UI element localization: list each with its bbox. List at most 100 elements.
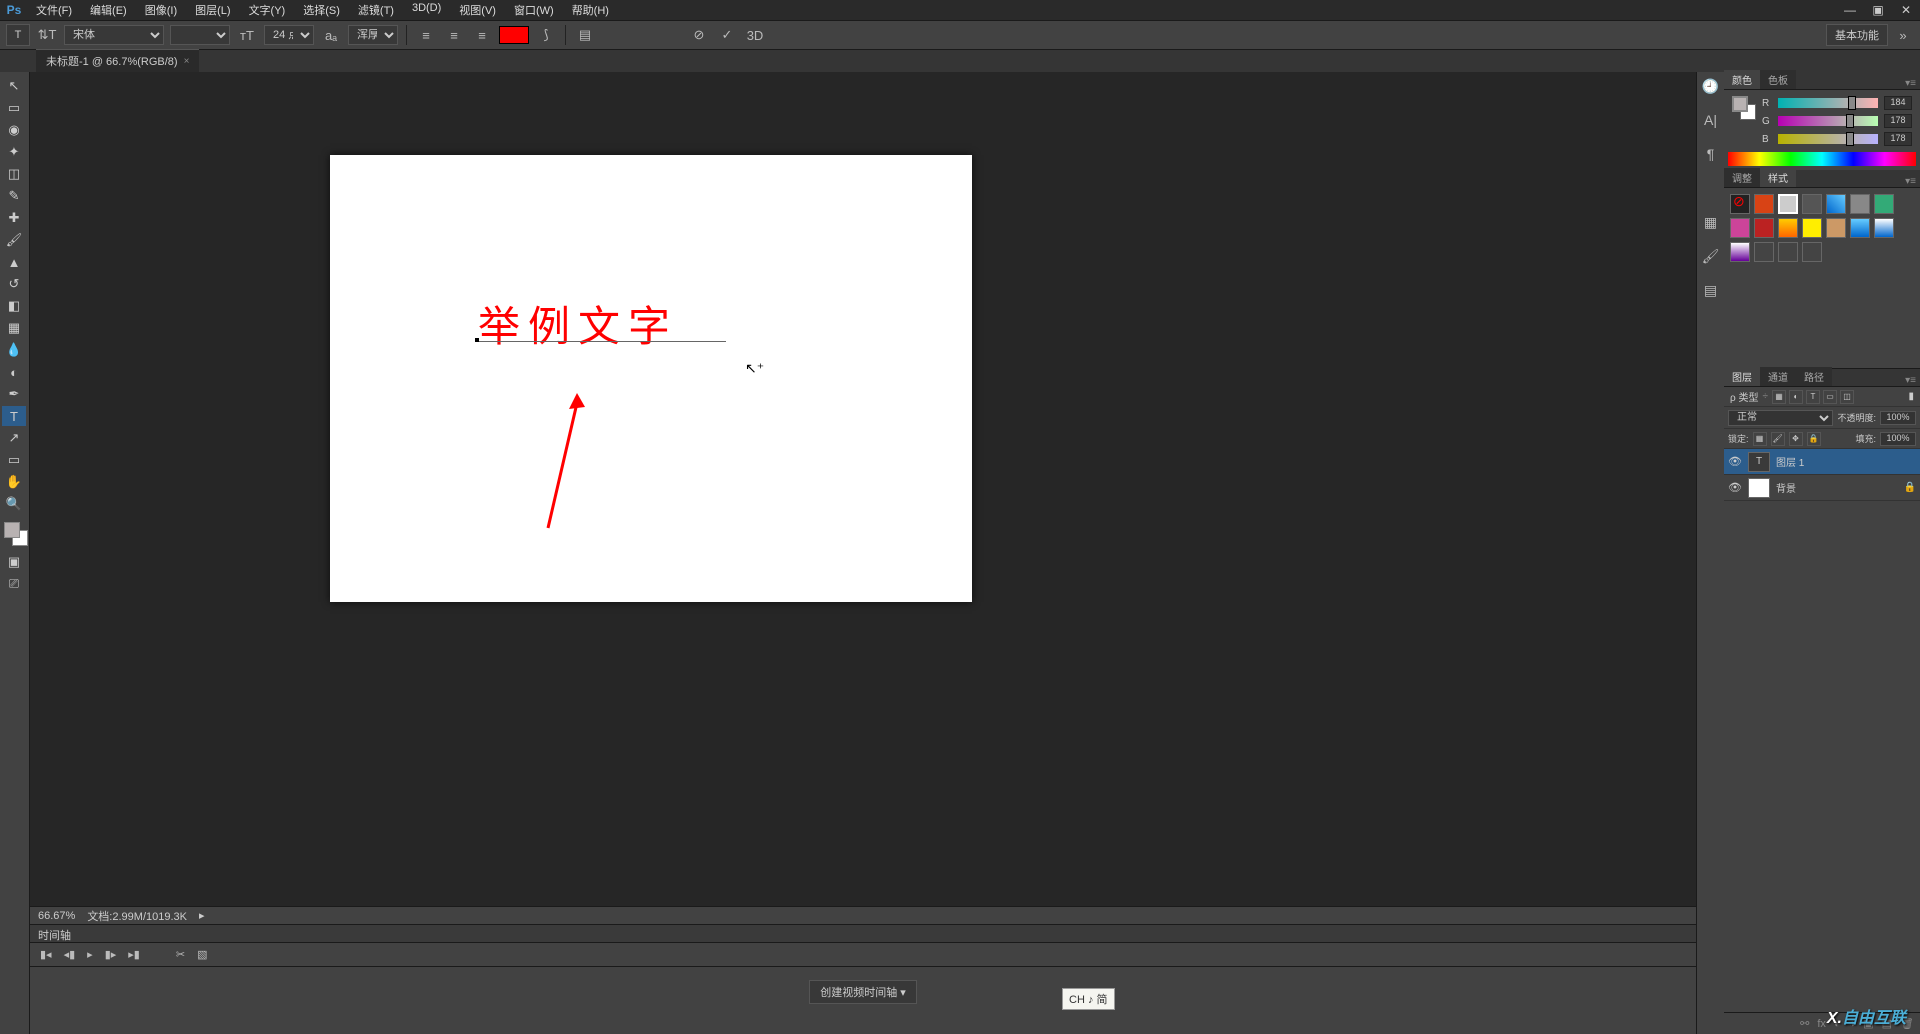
- magic-wand-tool[interactable]: ✦: [2, 142, 26, 162]
- commit-edit-button[interactable]: ✓: [716, 24, 738, 46]
- color-spectrum[interactable]: [1728, 152, 1916, 166]
- filter-toggle-icon[interactable]: ▮: [1908, 391, 1914, 402]
- layer-row[interactable]: 👁 T 图层 1: [1724, 449, 1920, 475]
- layer-thumb[interactable]: [1748, 478, 1770, 498]
- swatches-tab[interactable]: 色板: [1760, 70, 1796, 89]
- font-size-select[interactable]: 24 点: [264, 25, 314, 45]
- blur-tool[interactable]: 💧: [2, 340, 26, 360]
- menu-image[interactable]: 图像(I): [137, 0, 185, 20]
- channels-tab[interactable]: 通道: [1760, 367, 1796, 386]
- timeline-first-frame[interactable]: ▮◂: [40, 948, 52, 961]
- styles-tab[interactable]: 样式: [1760, 168, 1796, 187]
- lock-transparent-icon[interactable]: ▦: [1753, 432, 1767, 446]
- style-swatch[interactable]: [1754, 242, 1774, 262]
- style-swatch[interactable]: [1778, 218, 1798, 238]
- menu-window[interactable]: 窗口(W): [506, 0, 562, 20]
- font-family-select[interactable]: 宋体: [64, 25, 164, 45]
- style-swatch[interactable]: [1874, 194, 1894, 214]
- menu-filter[interactable]: 滤镜(T): [350, 0, 402, 20]
- style-swatch[interactable]: [1850, 194, 1870, 214]
- dropdown-icon[interactable]: ▾: [900, 987, 906, 999]
- cancel-edit-button[interactable]: ⊘: [688, 24, 710, 46]
- style-swatch[interactable]: [1778, 194, 1798, 214]
- move-tool[interactable]: ↖: [2, 76, 26, 96]
- filter-smart-icon[interactable]: ◫: [1840, 390, 1854, 404]
- history-brush-tool[interactable]: ↺: [2, 274, 26, 294]
- text-tool[interactable]: T: [2, 406, 26, 426]
- dodge-tool[interactable]: ◐: [2, 362, 26, 382]
- menu-view[interactable]: 视图(V): [451, 0, 504, 20]
- adjustments-tab[interactable]: 调整: [1724, 168, 1760, 187]
- text-color-swatch[interactable]: [499, 26, 529, 44]
- g-slider[interactable]: [1778, 116, 1878, 126]
- font-style-select[interactable]: [170, 25, 230, 45]
- antialias-select[interactable]: 浑厚: [348, 25, 398, 45]
- lock-pixels-icon[interactable]: 🖌: [1771, 432, 1785, 446]
- marquee-tool[interactable]: ▭: [2, 98, 26, 118]
- pen-tool[interactable]: ✒: [2, 384, 26, 404]
- window-close[interactable]: ✕: [1892, 1, 1920, 19]
- style-swatch[interactable]: [1826, 194, 1846, 214]
- style-swatch[interactable]: [1754, 194, 1774, 214]
- r-value[interactable]: 184: [1884, 96, 1912, 110]
- style-swatch[interactable]: [1730, 218, 1750, 238]
- gradient-tool[interactable]: ▦: [2, 318, 26, 338]
- style-swatch[interactable]: ⊘: [1730, 194, 1750, 214]
- doc-info[interactable]: 文档:2.99M/1019.3K: [87, 908, 187, 924]
- lock-position-icon[interactable]: ✥: [1789, 432, 1803, 446]
- healing-brush-tool[interactable]: ✚: [2, 208, 26, 228]
- lock-all-icon[interactable]: 🔒: [1807, 432, 1821, 446]
- style-swatch[interactable]: [1802, 218, 1822, 238]
- doc-info-arrow-icon[interactable]: ▸: [199, 909, 205, 922]
- menu-edit[interactable]: 编辑(E): [82, 0, 135, 20]
- zoom-tool[interactable]: 🔍: [2, 494, 26, 514]
- style-swatch[interactable]: [1730, 242, 1750, 262]
- history-panel-icon[interactable]: 🕘: [1701, 76, 1721, 96]
- text-orientation-toggle[interactable]: ⇅T: [36, 24, 58, 46]
- character-panel-button[interactable]: ▤: [574, 24, 596, 46]
- layer-thumb-text-icon[interactable]: T: [1748, 452, 1770, 472]
- timeline-transition[interactable]: ▧: [197, 948, 207, 961]
- layers-panel-menu-icon[interactable]: ▾≡: [1901, 375, 1920, 386]
- workspace-menu-icon[interactable]: »: [1892, 24, 1914, 46]
- filter-shape-icon[interactable]: ▭: [1823, 390, 1837, 404]
- layers-tab[interactable]: 图层: [1724, 367, 1760, 386]
- style-swatch[interactable]: [1802, 242, 1822, 262]
- align-left-button[interactable]: ≡: [415, 24, 437, 46]
- ime-indicator[interactable]: CH ♪ 简: [1062, 988, 1115, 1010]
- r-slider[interactable]: [1778, 98, 1878, 108]
- layer-row[interactable]: 👁 背景 🔒: [1724, 475, 1920, 501]
- paragraph-panel-icon[interactable]: ¶: [1701, 144, 1721, 164]
- style-swatch[interactable]: [1754, 218, 1774, 238]
- clone-source-icon[interactable]: ▤: [1701, 280, 1721, 300]
- menu-layer[interactable]: 图层(L): [187, 0, 238, 20]
- timeline-next-frame[interactable]: ▮▸: [105, 948, 117, 961]
- hand-tool[interactable]: ✋: [2, 472, 26, 492]
- menu-3d[interactable]: 3D(D): [404, 0, 449, 20]
- eraser-tool[interactable]: ◧: [2, 296, 26, 316]
- menu-type[interactable]: 文字(Y): [241, 0, 294, 20]
- paths-tab[interactable]: 路径: [1796, 367, 1832, 386]
- color-tools[interactable]: [2, 522, 27, 550]
- text-origin-handle[interactable]: [475, 338, 479, 342]
- foreground-color[interactable]: [4, 522, 20, 538]
- visibility-toggle-icon[interactable]: 👁: [1728, 481, 1742, 494]
- style-swatch[interactable]: [1778, 242, 1798, 262]
- b-value[interactable]: 178: [1884, 132, 1912, 146]
- b-slider[interactable]: [1778, 134, 1878, 144]
- quickmask-toggle[interactable]: ▣: [2, 552, 26, 572]
- layer-fx-icon[interactable]: fx: [1817, 1018, 1826, 1030]
- layer-name[interactable]: 背景: [1776, 480, 1796, 495]
- crop-tool[interactable]: ◫: [2, 164, 26, 184]
- eyedropper-tool[interactable]: ✎: [2, 186, 26, 206]
- align-right-button[interactable]: ≡: [471, 24, 493, 46]
- path-select-tool[interactable]: ↗: [2, 428, 26, 448]
- filter-adj-icon[interactable]: ◐: [1789, 390, 1803, 404]
- canvas[interactable]: 举例文字 ↖⁺: [330, 155, 972, 602]
- filter-pixel-icon[interactable]: ▦: [1772, 390, 1786, 404]
- color-fg-swatch[interactable]: [1732, 96, 1748, 112]
- timeline-prev-frame[interactable]: ◂▮: [64, 948, 76, 961]
- color-tab[interactable]: 颜色: [1724, 70, 1760, 89]
- character-panel-icon[interactable]: A|: [1701, 110, 1721, 130]
- timeline-last-frame[interactable]: ▸▮: [128, 948, 140, 961]
